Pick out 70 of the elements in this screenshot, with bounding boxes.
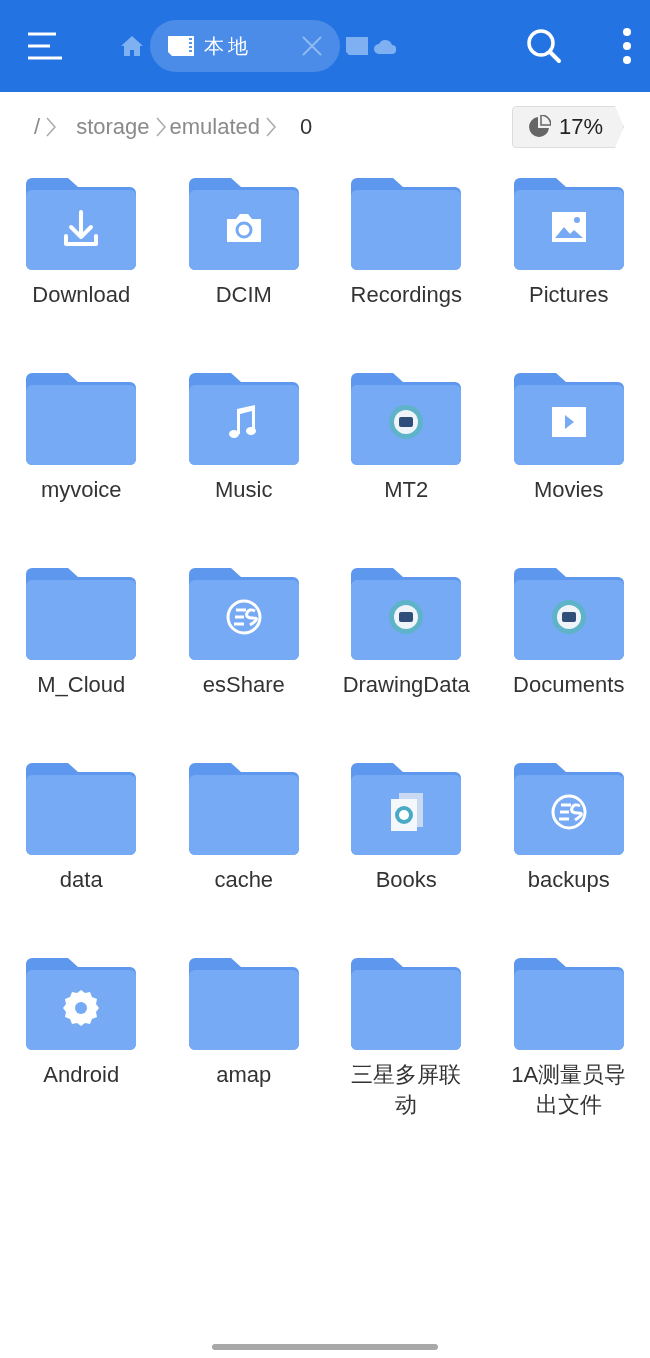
chevron-icon: [266, 117, 277, 137]
app-icon: [389, 600, 424, 634]
folder-name: amap: [215, 1061, 273, 1089]
folder-icon[interactable]: [26, 568, 137, 660]
breadcrumb-item[interactable]: /: [34, 114, 41, 140]
folder-name: Music: [214, 476, 274, 504]
folder-icon[interactable]: [188, 178, 299, 270]
breadcrumb-item[interactable]: 0: [300, 114, 313, 140]
folder-name: MT2: [383, 476, 430, 504]
music-note-icon: [228, 405, 256, 438]
folder-icon[interactable]: [26, 958, 137, 1050]
folder-icon[interactable]: [26, 763, 137, 855]
folder-name: data: [58, 866, 104, 894]
folder-name: 1A测量员导出文件: [510, 1061, 628, 1119]
folder-icon[interactable]: [513, 763, 624, 855]
es-logo-icon: [551, 794, 587, 830]
folder-name: DrawingData: [341, 671, 471, 699]
folder-icon[interactable]: [26, 178, 137, 270]
chevron-icon: [46, 117, 57, 137]
es-logo-icon: [226, 599, 262, 635]
folder-name: Movies: [532, 476, 605, 504]
folder-name: 三星多屏联动: [350, 1061, 463, 1119]
folder-icon[interactable]: [188, 958, 299, 1050]
more-options-icon[interactable]: [622, 28, 632, 64]
camera-icon: [226, 214, 261, 242]
folder-name: esShare: [201, 671, 286, 699]
folder-name: Pictures: [528, 281, 610, 309]
breadcrumb-item[interactable]: storage: [76, 114, 150, 140]
folder-icon[interactable]: [188, 568, 299, 660]
image-icon: [551, 212, 586, 242]
pie-chart-icon: [526, 115, 551, 139]
folder-icon[interactable]: [513, 373, 624, 465]
breadcrumb-item[interactable]: emulated: [169, 114, 261, 140]
sd-card-icon: [168, 36, 194, 56]
folder-icon[interactable]: [351, 373, 462, 465]
cloud-tab[interactable]: [374, 38, 396, 54]
local-tab[interactable]: 本地: [150, 20, 340, 72]
folder-icon[interactable]: [188, 763, 299, 855]
folder-icon[interactable]: [351, 178, 462, 270]
folder-name: Recordings: [349, 281, 463, 309]
home-tab[interactable]: [120, 35, 144, 57]
folder-icon[interactable]: [351, 568, 462, 660]
menu-icon[interactable]: [26, 31, 62, 61]
chevron-icon: [155, 117, 166, 137]
folder-name: Download: [31, 281, 132, 309]
folder-name: Books: [374, 866, 438, 894]
folder-name: DCIM: [214, 281, 273, 309]
folder-name: M_Cloud: [36, 671, 127, 699]
folder-icon[interactable]: [513, 568, 624, 660]
gear-icon: [63, 990, 100, 1026]
search-icon[interactable]: [526, 28, 562, 64]
folder-name: backups: [526, 866, 611, 894]
storage-usage-percent: 17%: [558, 114, 603, 140]
folder-icon[interactable]: [351, 958, 462, 1050]
folder-icon[interactable]: [513, 178, 624, 270]
play-icon: [551, 407, 586, 437]
download-icon: [64, 210, 99, 246]
folder-name: myvoice: [39, 476, 123, 504]
storage-usage-badge[interactable]: 17%: [511, 106, 624, 148]
app-icon: [551, 600, 586, 634]
folder-icon[interactable]: [351, 763, 462, 855]
book-app-icon: [391, 793, 424, 831]
folder-icon[interactable]: [26, 373, 137, 465]
folder-icon[interactable]: [513, 958, 624, 1050]
app-icon: [389, 405, 424, 439]
close-icon[interactable]: [302, 36, 322, 56]
folder-icon[interactable]: [188, 373, 299, 465]
folder-name: cache: [213, 866, 275, 894]
folder-name: Android: [42, 1061, 121, 1089]
folder-name: Documents: [512, 671, 626, 699]
